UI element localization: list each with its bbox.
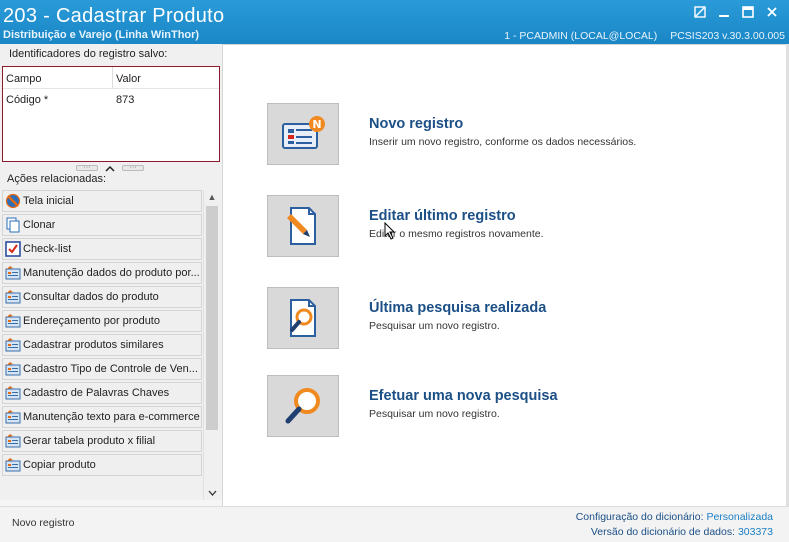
dict-config-value: Personalizada — [706, 511, 773, 523]
identifiers-legend: Identificadores do registro salvo: — [7, 48, 170, 60]
left-panel: Identificadores do registro salvo: Campo… — [0, 44, 222, 500]
action-item-manutencao-dados[interactable]: Manutenção dados do produto por... — [2, 262, 202, 284]
new-record-tile[interactable]: N — [267, 103, 339, 165]
new-record-icon: N — [282, 116, 325, 149]
action-label: Check-list — [23, 243, 72, 255]
last-search-icon — [290, 299, 316, 337]
main-content: N Novo registro Inserir um novo registro… — [222, 44, 786, 506]
form-icon — [5, 314, 21, 328]
new-search-tile[interactable] — [267, 375, 339, 437]
form-icon — [5, 410, 21, 424]
action-item-produtos-similares[interactable]: Cadastrar produtos similares — [2, 334, 202, 356]
scroll-up-icon[interactable]: ▲ — [204, 190, 220, 204]
edit-record-tile[interactable] — [267, 195, 339, 257]
checklist-icon — [5, 241, 21, 257]
cell-value: 873 — [116, 94, 135, 106]
actions-list: Tela inicial Clonar Check-list Manutençã… — [2, 190, 202, 478]
card-edit-last-record[interactable]: Editar último registro Editar o mesmo re… — [267, 195, 747, 257]
action-label: Tela inicial — [23, 195, 74, 207]
action-label: Clonar — [23, 219, 56, 231]
form-icon — [5, 458, 21, 472]
form-icon — [5, 290, 21, 304]
card-new-search[interactable]: Efetuar uma nova pesquisa Pesquisar um n… — [267, 375, 747, 437]
status-bar: Novo registro Configuração do dicionário… — [0, 506, 789, 542]
home-icon — [5, 193, 21, 209]
dict-version-value: 303373 — [737, 526, 773, 538]
title-bar: 203 - Cadastrar Produto Distribuição e V… — [0, 0, 789, 44]
action-item-palavras-chaves[interactable]: Cadastro de Palavras Chaves — [2, 382, 202, 404]
action-label: Cadastro Tipo de Controle de Ven... — [23, 363, 198, 375]
dict-config-label: Configuração do dicionário: — [575, 511, 704, 523]
action-item-clonar[interactable]: Clonar — [2, 214, 202, 236]
window-subtitle: Distribuição e Varejo (Linha WinThor) — [3, 29, 200, 41]
column-header-value[interactable]: Valor — [113, 67, 141, 88]
action-label: Manutenção dados do produto por... — [23, 267, 200, 279]
action-item-texto-ecommerce[interactable]: Manutenção texto para e-commerce — [2, 406, 202, 428]
scroll-down-icon[interactable] — [204, 486, 220, 500]
actions-scrollbar[interactable]: ▲ — [203, 190, 219, 500]
identifiers-header: Campo Valor — [3, 67, 219, 89]
user-info: 1 - PCADMIN (LOCAL@LOCAL) — [504, 30, 658, 42]
action-item-tipo-controle[interactable]: Cadastro Tipo de Controle de Ven... — [2, 358, 202, 380]
restore-layout-icon[interactable] — [691, 4, 709, 20]
new-search-icon — [285, 388, 320, 424]
form-icon — [5, 266, 21, 280]
column-header-field[interactable]: Campo — [3, 67, 113, 88]
action-item-tela-inicial[interactable]: Tela inicial — [2, 190, 202, 212]
panel-splitter[interactable]: ··· ··· — [76, 164, 144, 172]
cell-field: Código * — [6, 94, 49, 106]
maximize-icon[interactable] — [739, 4, 757, 20]
last-search-tile[interactable] — [267, 287, 339, 349]
card-description: Pesquisar um novo registro. — [369, 320, 500, 332]
edit-record-icon — [287, 207, 316, 245]
identifiers-group: Identificadores do registro salvo: Campo… — [2, 48, 220, 164]
actions-legend: Ações relacionadas: — [7, 173, 107, 185]
card-title[interactable]: Efetuar uma nova pesquisa — [369, 388, 558, 404]
chevron-up-icon[interactable] — [105, 165, 115, 172]
splitter-handle-left[interactable]: ··· — [76, 164, 98, 171]
action-label: Endereçamento por produto — [23, 315, 160, 327]
card-description: Pesquisar um novo registro. — [369, 408, 500, 420]
card-title[interactable]: Novo registro — [369, 116, 463, 132]
form-icon — [5, 386, 21, 400]
window-controls — [691, 4, 781, 20]
version-info: PCSIS203 v.30.3.00.005 — [670, 30, 785, 42]
form-icon — [5, 338, 21, 352]
action-label: Consultar dados do produto — [23, 291, 159, 303]
action-item-tabela-filial[interactable]: Gerar tabela produto x filial — [2, 430, 202, 452]
close-icon[interactable] — [763, 4, 781, 20]
identifiers-table: Campo Valor Código * 873 — [2, 66, 220, 162]
action-item-enderecamento[interactable]: Endereçamento por produto — [2, 310, 202, 332]
action-item-consultar-dados[interactable]: Consultar dados do produto — [2, 286, 202, 308]
window-title: 203 - Cadastrar Produto — [3, 5, 225, 27]
status-text: Novo registro — [12, 517, 75, 529]
action-label: Cadastrar produtos similares — [23, 339, 164, 351]
card-title[interactable]: Última pesquisa realizada — [369, 300, 546, 316]
action-label: Cadastro de Palavras Chaves — [23, 387, 170, 399]
scroll-thumb[interactable] — [206, 206, 218, 430]
action-item-check-list[interactable]: Check-list — [2, 238, 202, 260]
card-last-search[interactable]: Última pesquisa realizada Pesquisar um n… — [267, 287, 747, 349]
mouse-cursor-icon — [384, 222, 396, 240]
clone-icon — [6, 217, 20, 233]
form-icon — [5, 434, 21, 448]
action-label: Copiar produto — [23, 459, 96, 471]
card-new-record[interactable]: N Novo registro Inserir um novo registro… — [267, 103, 747, 165]
action-item-copiar-produto[interactable]: Copiar produto — [2, 454, 202, 476]
form-icon — [5, 362, 21, 376]
action-label: Gerar tabela produto x filial — [23, 435, 156, 447]
dict-version-label: Versão do dicionário de dados: — [590, 526, 736, 538]
table-row[interactable]: Código * 873 — [3, 89, 219, 109]
dictionary-info: Configuração do dicionário: Personalizad… — [576, 510, 773, 540]
session-info: 1 - PCADMIN (LOCAL@LOCAL) PCSIS203 v.30.… — [494, 30, 785, 42]
action-label: Manutenção texto para e-commerce — [23, 411, 200, 423]
splitter-handle-right[interactable]: ··· — [122, 164, 144, 171]
card-description: Inserir um novo registro, conforme os da… — [369, 136, 637, 148]
minimize-icon[interactable] — [715, 4, 733, 20]
svg-text:N: N — [312, 118, 321, 131]
